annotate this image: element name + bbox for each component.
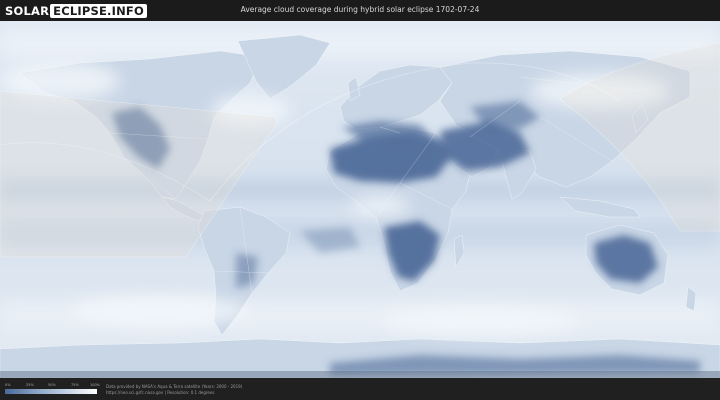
legend-tick-0: 0% [5, 383, 11, 387]
legend-tick-75: 75% [71, 383, 79, 387]
legend-tick-100: 100% [90, 383, 101, 387]
credit-line-2[interactable]: https://neo.sci.gsfc.nasa.gov | Resoluti… [106, 390, 242, 396]
cloud-coverage-legend: 0% 25% 50% 75% 100% [5, 383, 101, 394]
map-bottom-shadow [0, 371, 720, 378]
legend-tick-25: 25% [26, 383, 34, 387]
legend-tick-50: 50% [48, 383, 56, 387]
data-credits: Data provided by NASA's Aqua & Terra sat… [106, 384, 242, 396]
cloud-coverage-map [0, 21, 720, 378]
map-title: Average cloud coverage during hybrid sol… [240, 5, 480, 14]
legend-gradient-bar [5, 389, 97, 394]
top-bar: SOLAR ECLIPSE.INFO Average cloud coverag… [0, 0, 720, 21]
